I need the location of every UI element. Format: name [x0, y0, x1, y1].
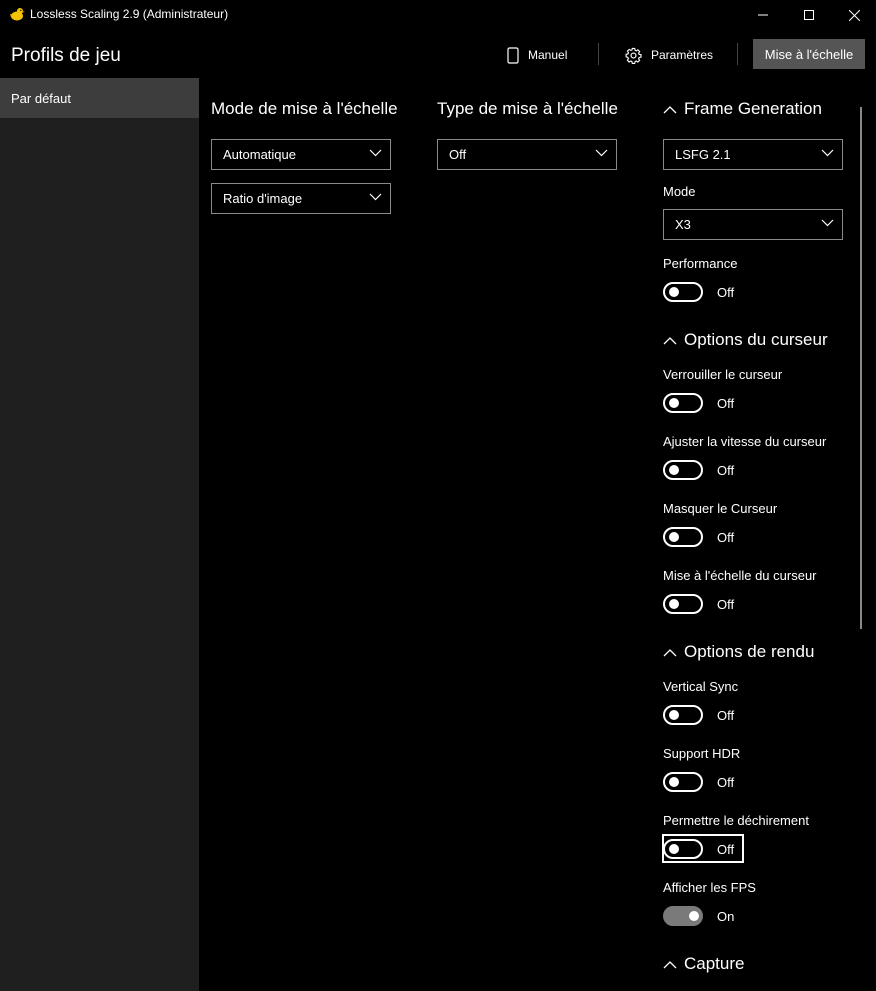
toggle-switch[interactable]	[663, 527, 703, 547]
tearing-toggle[interactable]: Off	[663, 838, 734, 860]
cursor-options-header[interactable]: Options du curseur	[663, 330, 828, 350]
vsync-toggle[interactable]: Off	[663, 704, 734, 726]
performance-label: Performance	[663, 256, 738, 271]
toggle-state: On	[717, 908, 735, 924]
frame-gen-version-dropdown[interactable]: LSFG 2.1	[663, 139, 843, 170]
mode-label: Mode	[663, 184, 696, 199]
close-icon	[848, 9, 860, 21]
chevron-down-icon	[821, 219, 834, 227]
hdr-label: Support HDR	[663, 746, 741, 761]
chevron-down-icon	[369, 193, 382, 201]
toggle-state: Off	[717, 707, 735, 723]
tearing-label: Permettre le déchirement	[663, 813, 809, 828]
scale-button[interactable]: Mise à l'échelle	[753, 39, 865, 69]
duck-icon	[10, 8, 25, 21]
render-options-header[interactable]: Options de rendu	[663, 642, 814, 662]
window-title: Lossless Scaling 2.9 (Administrateur)	[30, 7, 229, 21]
group-title: Options du curseur	[684, 330, 828, 349]
dropdown-value: Automatique	[223, 147, 296, 162]
chevron-up-icon	[663, 960, 677, 968]
manual-label: Manuel	[528, 48, 568, 62]
title-bar: Lossless Scaling 2.9 (Administrateur)	[0, 0, 876, 30]
header-divider	[737, 43, 738, 65]
chevron-down-icon	[595, 149, 608, 157]
dropdown-value: Ratio d'image	[223, 191, 303, 206]
toggle-knob	[669, 532, 679, 542]
dropdown-value: Off	[449, 147, 467, 162]
toggle-knob	[669, 844, 679, 854]
scaling-type-title: Type de mise à l'échelle	[437, 99, 618, 118]
group-title: Options de rendu	[684, 642, 815, 661]
scaling-type-dropdown[interactable]: Off	[437, 139, 617, 170]
toggle-state: Off	[717, 774, 735, 790]
vsync-label: Vertical Sync	[663, 679, 739, 694]
dropdown-value: LSFG 2.1	[675, 147, 731, 162]
toggle-knob	[669, 710, 679, 720]
toggle-switch[interactable]	[663, 594, 703, 614]
toggle-switch[interactable]	[663, 839, 703, 859]
maximize-button[interactable]	[786, 0, 832, 30]
minimize-icon	[758, 14, 768, 16]
toggle-switch[interactable]	[663, 282, 703, 302]
hide-cursor-label: Masquer le Curseur	[663, 501, 778, 516]
toggle-knob	[669, 465, 679, 475]
minimize-button[interactable]	[740, 0, 786, 30]
toggle-knob	[669, 398, 679, 408]
aspect-ratio-dropdown[interactable]: Ratio d'image	[211, 183, 391, 214]
toggle-knob	[669, 777, 679, 787]
frame-gen-mode-dropdown[interactable]: X3	[663, 209, 843, 240]
cursor-speed-toggle[interactable]: Off	[663, 459, 734, 481]
toggle-state: Off	[717, 596, 735, 612]
cursor-scaling-label: Mise à l'échelle du curseur	[663, 568, 817, 583]
sidebar-item-label: Par défaut	[11, 91, 71, 106]
show-fps-toggle[interactable]: On	[663, 905, 734, 927]
toggle-state: Off	[717, 284, 735, 300]
toggle-state: Off	[717, 395, 735, 411]
chevron-up-icon	[663, 336, 677, 344]
toggle-switch[interactable]	[663, 772, 703, 792]
sidebar-item-default[interactable]: Par défaut	[0, 78, 199, 118]
lock-cursor-toggle[interactable]: Off	[663, 392, 734, 414]
header-divider	[598, 43, 599, 65]
frame-generation-header[interactable]: Frame Generation	[663, 99, 822, 119]
cursor-speed-label: Ajuster la vitesse du curseur	[663, 434, 827, 449]
scaling-mode-title: Mode de mise à l'échelle	[211, 99, 398, 118]
show-fps-label: Afficher les FPS	[663, 880, 756, 895]
maximize-icon	[804, 10, 814, 20]
cursor-scaling-toggle[interactable]: Off	[663, 593, 734, 615]
toggle-state: Off	[717, 462, 735, 478]
app-header: Profils de jeu Manuel Paramètres Mise à …	[0, 30, 876, 78]
page-title: Profils de jeu	[11, 45, 121, 66]
manual-button[interactable]: Manuel	[507, 44, 567, 66]
chevron-up-icon	[663, 105, 677, 113]
toggle-state: Off	[717, 841, 735, 857]
chevron-down-icon	[821, 149, 834, 157]
sidebar: Par défaut	[0, 78, 199, 991]
scrollbar[interactable]	[860, 107, 862, 629]
capture-header[interactable]: Capture	[663, 954, 744, 974]
toggle-knob	[669, 287, 679, 297]
dropdown-value: X3	[675, 217, 691, 232]
group-title: Capture	[684, 954, 745, 973]
toggle-knob	[689, 911, 699, 921]
chevron-down-icon	[369, 149, 382, 157]
gear-icon	[625, 47, 642, 64]
toggle-switch[interactable]	[663, 906, 703, 926]
toggle-knob	[669, 599, 679, 609]
toggle-switch[interactable]	[663, 393, 703, 413]
chevron-up-icon	[663, 648, 677, 656]
group-title: Frame Generation	[684, 99, 822, 118]
toggle-switch[interactable]	[663, 460, 703, 480]
phone-icon	[507, 46, 519, 64]
toggle-switch[interactable]	[663, 705, 703, 725]
lock-cursor-label: Verrouiller le curseur	[663, 367, 783, 382]
hdr-toggle[interactable]: Off	[663, 771, 734, 793]
toggle-state: Off	[717, 529, 735, 545]
settings-label: Paramètres	[651, 48, 714, 62]
scaling-mode-dropdown[interactable]: Automatique	[211, 139, 391, 170]
performance-toggle[interactable]: Off	[663, 281, 734, 303]
hide-cursor-toggle[interactable]: Off	[663, 526, 734, 548]
settings-button[interactable]: Paramètres	[625, 44, 713, 66]
close-button[interactable]	[831, 0, 876, 30]
